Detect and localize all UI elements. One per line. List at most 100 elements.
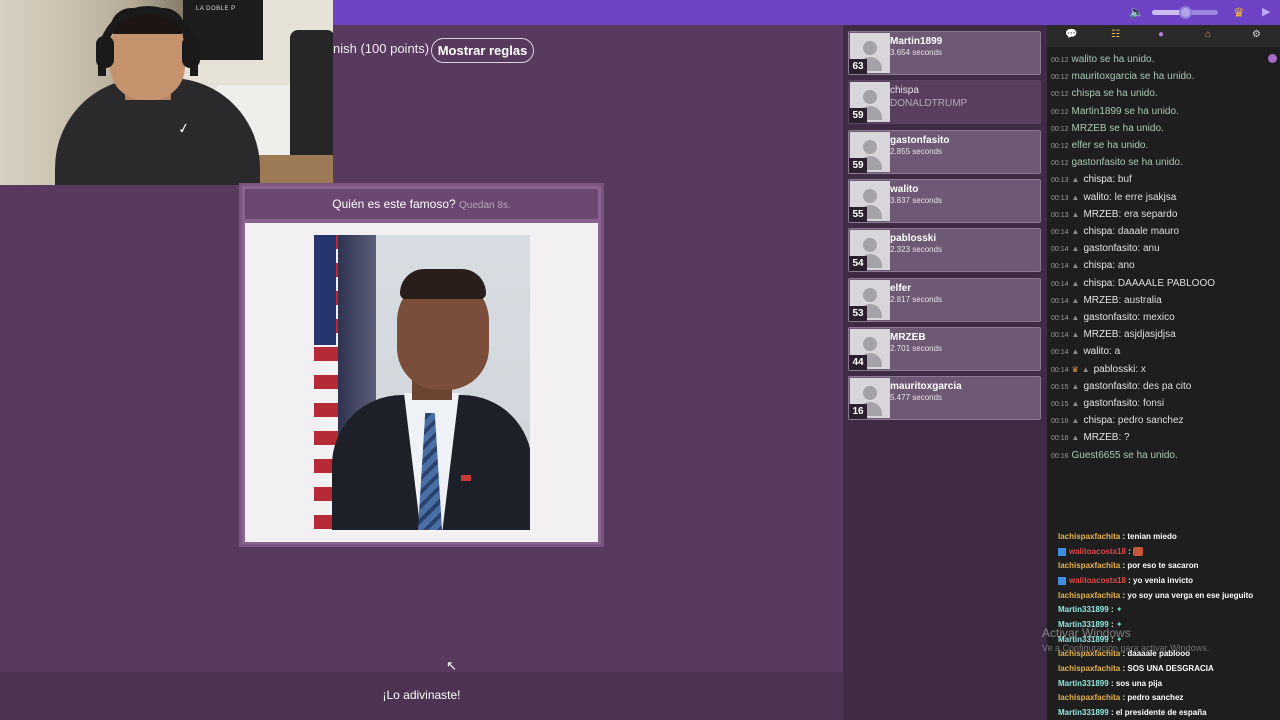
stream-chat-text: : yo soy una verga en ese jueguito (1122, 590, 1254, 600)
player-name: chispa (890, 85, 919, 97)
chat-message: 00:14 ▲ chispa: daaale mauro (1051, 226, 1180, 237)
user-icon: ▲ (1071, 278, 1080, 288)
webcam-banner-text: LA DOBLE P (196, 6, 236, 12)
chat-username[interactable]: gastonfasito (1083, 398, 1137, 409)
stream-chat-message: walitoacosta18 : (1058, 546, 1144, 557)
player-card[interactable]: 63 Martin1899 3.654 seconds (848, 31, 1041, 75)
chat-timestamp: 00:14 (1051, 280, 1069, 288)
chat-timestamp: 00:14 (1051, 315, 1069, 322)
chat-username[interactable]: MRZEB (1083, 432, 1118, 443)
chat-message: 00:16 Guest6655 se ha unido. (1051, 450, 1178, 461)
chat-message: 00:15 ▲ gastonfasito: fonsi (1051, 398, 1165, 409)
chat-text: a (1114, 346, 1121, 358)
player-card[interactable]: 44 MRZEB 2.701 seconds (848, 326, 1041, 371)
chat-username[interactable]: chispa (1083, 415, 1112, 426)
chat-message: 00:14 ▲ chispa: DAAAALE PABLOOO (1051, 277, 1215, 289)
windows-watermark-subtitle: Ve a Configuración para activar Windows. (1042, 643, 1210, 653)
chat-username[interactable]: gastonfasito (1083, 243, 1137, 254)
chat-username[interactable]: pablosski (1094, 364, 1136, 375)
user-icon: ▲ (1071, 347, 1080, 357)
user-icon: ▲ (1071, 330, 1080, 340)
chat-timestamp: 00:14 (1051, 349, 1069, 357)
player-time: 2.817 seconds (890, 294, 943, 304)
chat-timestamp: 00:16 (1051, 418, 1069, 426)
player-score: 59 (849, 108, 867, 124)
player-time: 3.654 seconds (890, 48, 943, 57)
crown-icon: ♛ (1071, 364, 1079, 374)
chat-username[interactable]: gastonfasito (1083, 312, 1137, 323)
chat-username[interactable]: chispa (1083, 278, 1112, 289)
chat-timestamp: 00:12 (1051, 91, 1069, 99)
stream-chat-text: : sos una pija (1110, 678, 1163, 688)
player-time: 5.477 seconds (890, 393, 943, 403)
chat-timestamp: 00:14 (1051, 246, 1069, 254)
chat-join-text: Guest6655 se ha unido. (1071, 449, 1178, 461)
stream-chat-username: walitoacosta18 (1069, 546, 1126, 556)
player-card[interactable]: 59 chispa DONALDTRUMP (848, 80, 1041, 125)
chat-username[interactable]: chispa (1083, 260, 1112, 271)
chat-username[interactable]: gastonfasito (1083, 381, 1137, 392)
chat-username[interactable]: chispa (1083, 174, 1112, 185)
chat-join-text: gastonfasito se ha unido. (1071, 157, 1183, 169)
chat-text: le erre jsakjsa (1114, 191, 1177, 203)
player-score: 63 (849, 59, 867, 74)
chat-username[interactable]: walito (1083, 192, 1109, 203)
photo-hair (400, 269, 486, 299)
stream-chat-username: lachispaxfachita (1058, 532, 1121, 541)
chat-timestamp: 00:12 (1051, 108, 1069, 116)
chat-icon[interactable]: 💬 (1065, 29, 1077, 40)
volume-icon[interactable]: 🔈 (1129, 5, 1144, 19)
chat-text: mexico (1142, 312, 1175, 323)
chat-tabs: 💬 ☷ ● ⌂ ⚙ (1047, 25, 1280, 47)
question-panel: Quién es este famoso? Quedan 8s. (239, 183, 604, 547)
user-icon: ▲ (1071, 261, 1080, 271)
stream-chat-username: lachispaxfachita (1058, 663, 1121, 673)
chat-username[interactable]: chispa (1083, 226, 1112, 237)
user-icon: ▲ (1071, 244, 1080, 254)
volume-slider[interactable] (1152, 6, 1218, 19)
users-icon[interactable]: ☷ (1111, 29, 1120, 40)
chat-username[interactable]: MRZEB (1083, 295, 1118, 306)
scoreboard: 63 Martin1899 3.654 seconds 59 chispa DONALDT… (843, 25, 1047, 720)
player-card[interactable]: 55 walito 3.837 seconds (848, 178, 1041, 223)
question-prompt: Quién es este famoso? (332, 197, 456, 211)
play-icon[interactable]: ▶ (1262, 5, 1270, 18)
chat-timestamp: 00:13 (1051, 194, 1069, 202)
chat-message: 00:12 Martin1899 se ha unido. (1051, 106, 1179, 117)
volume-slider-knob[interactable] (1179, 6, 1192, 19)
chat-username[interactable]: walito (1083, 346, 1109, 357)
stream-chat-message: lachispaxfachita : SOS UNA DESGRACIA (1058, 664, 1214, 673)
chat-message: 00:14 ▲ gastonfasito: anu (1051, 243, 1160, 255)
player-score: 44 (849, 354, 867, 370)
user-icon[interactable]: ● (1158, 29, 1164, 40)
notification-dot-icon (1268, 54, 1277, 63)
chat-timestamp: 00:15 (1051, 401, 1069, 408)
home-icon[interactable]: ⌂ (1205, 29, 1211, 40)
user-icon: ▲ (1071, 416, 1080, 426)
player-name: elfer (890, 282, 912, 294)
gear-icon[interactable]: ⚙ (1252, 29, 1261, 40)
player-time: 3.837 seconds (890, 195, 943, 205)
chat-timestamp: 00:12 (1051, 125, 1069, 133)
chat-message: 00:13 ▲ walito: le erre jsakjsa (1051, 191, 1177, 203)
stream-chat-username: walitoacosta18 (1069, 575, 1126, 585)
chat-username[interactable]: MRZEB (1083, 329, 1118, 340)
player-card[interactable]: 53 elfer 2.817 seconds (848, 277, 1041, 322)
webcam-overlay: LA DOBLE P ✓ (0, 0, 333, 185)
player-card[interactable]: 16 mauritoxgarcia 5.477 seconds (848, 376, 1041, 421)
headphone-cup-right (182, 36, 200, 68)
chat-text: des pa cito (1142, 380, 1192, 392)
chat-text: fonsi (1142, 398, 1165, 409)
player-card[interactable]: 54 pablosski 2.323 seconds (848, 228, 1041, 273)
show-rules-button[interactable]: Mostrar reglas (431, 38, 534, 63)
chat-text: australia (1124, 294, 1162, 306)
chat-timestamp: 00:14 (1051, 229, 1069, 236)
crown-icon[interactable]: ♛ (1233, 5, 1245, 21)
chat-message: 00:12 elfer se ha unido. (1051, 140, 1148, 151)
user-icon: ▲ (1071, 227, 1080, 236)
player-name: Martin1899 (890, 36, 943, 47)
chat-timestamp: 00:16 (1051, 452, 1069, 460)
chat-username[interactable]: MRZEB (1083, 209, 1118, 220)
player-card[interactable]: 59 gastonfasito 2.855 seconds (848, 129, 1041, 174)
chat-message: 00:16 ▲ MRZEB: ? (1051, 432, 1130, 444)
